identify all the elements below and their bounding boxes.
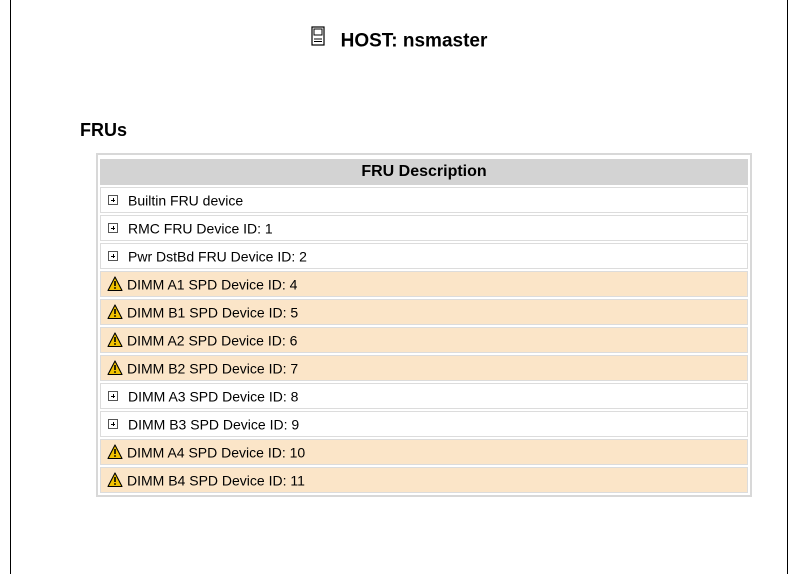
fru-description-cell[interactable]: DIMM A3 SPD Device ID: 8 <box>100 383 748 409</box>
fru-description-cell[interactable]: DIMM A4 SPD Device ID: 10 <box>100 439 748 465</box>
fru-description-cell[interactable]: DIMM B2 SPD Device ID: 7 <box>100 355 748 381</box>
table-row[interactable]: Builtin FRU device <box>100 187 748 213</box>
fru-description-cell[interactable]: DIMM A1 SPD Device ID: 4 <box>100 271 748 297</box>
warning-icon <box>107 276 123 292</box>
fru-row-label: DIMM B4 SPD Device ID: 11 <box>127 472 305 489</box>
expand-icon[interactable] <box>108 194 118 205</box>
expand-icon[interactable] <box>108 222 118 233</box>
table-row[interactable]: DIMM A1 SPD Device ID: 4 <box>100 271 748 297</box>
expand-icon[interactable] <box>108 390 118 401</box>
fru-description-cell[interactable]: Builtin FRU device <box>100 187 748 213</box>
server-icon <box>311 26 325 53</box>
table-row[interactable]: Pwr DstBd FRU Device ID: 2 <box>100 243 748 269</box>
warning-icon <box>107 444 123 460</box>
table-row[interactable]: DIMM B2 SPD Device ID: 7 <box>100 355 748 381</box>
section-title: FRUs <box>80 120 128 140</box>
warning-icon <box>107 304 123 320</box>
host-header: HOST: nsmaster <box>11 26 787 55</box>
fru-description-cell[interactable]: DIMM B3 SPD Device ID: 9 <box>100 411 748 437</box>
expand-icon[interactable] <box>108 418 118 429</box>
fru-description-cell[interactable]: RMC FRU Device ID: 1 <box>100 215 748 241</box>
fru-row-label: DIMM B3 SPD Device ID: 9 <box>128 416 300 433</box>
table-row[interactable]: DIMM B1 SPD Device ID: 5 <box>100 299 748 325</box>
warning-icon <box>107 332 123 348</box>
fru-row-label: DIMM B2 SPD Device ID: 7 <box>127 360 299 377</box>
fru-row-label: Pwr DstBd FRU Device ID: 2 <box>128 248 307 265</box>
fru-description-cell[interactable]: DIMM A2 SPD Device ID: 6 <box>100 327 748 353</box>
table-row[interactable]: DIMM B4 SPD Device ID: 11 <box>100 467 748 493</box>
fru-description-cell[interactable]: DIMM B4 SPD Device ID: 11 <box>100 467 748 493</box>
fru-description-cell[interactable]: DIMM B1 SPD Device ID: 5 <box>100 299 748 325</box>
fru-row-label: Builtin FRU device <box>128 192 244 209</box>
fru-row-label: DIMM A2 SPD Device ID: 6 <box>127 332 298 349</box>
host-title: HOST: nsmaster <box>340 30 488 52</box>
table-row[interactable]: DIMM B3 SPD Device ID: 9 <box>100 411 748 437</box>
fru-row-label: DIMM A4 SPD Device ID: 10 <box>127 444 306 461</box>
warning-icon <box>107 472 123 488</box>
column-header-fru-description[interactable]: FRU Description <box>100 159 748 185</box>
table-row[interactable]: DIMM A4 SPD Device ID: 10 <box>100 439 748 465</box>
table-row[interactable]: DIMM A3 SPD Device ID: 8 <box>100 383 748 409</box>
fru-row-label: DIMM B1 SPD Device ID: 5 <box>127 304 299 321</box>
table-row[interactable]: RMC FRU Device ID: 1 <box>100 215 748 241</box>
table-row[interactable]: DIMM A2 SPD Device ID: 6 <box>100 327 748 353</box>
fru-row-label: DIMM A3 SPD Device ID: 8 <box>128 388 299 405</box>
content-frame: HOST: nsmaster FRUs FRU Description Buil… <box>10 0 788 574</box>
fru-table: FRU Description Builtin FRU device RMC FR… <box>96 153 752 497</box>
fru-row-label: DIMM A1 SPD Device ID: 4 <box>127 276 298 293</box>
warning-icon <box>107 360 123 376</box>
fru-row-label: RMC FRU Device ID: 1 <box>128 220 273 237</box>
expand-icon[interactable] <box>108 250 118 261</box>
fru-description-cell[interactable]: Pwr DstBd FRU Device ID: 2 <box>100 243 748 269</box>
